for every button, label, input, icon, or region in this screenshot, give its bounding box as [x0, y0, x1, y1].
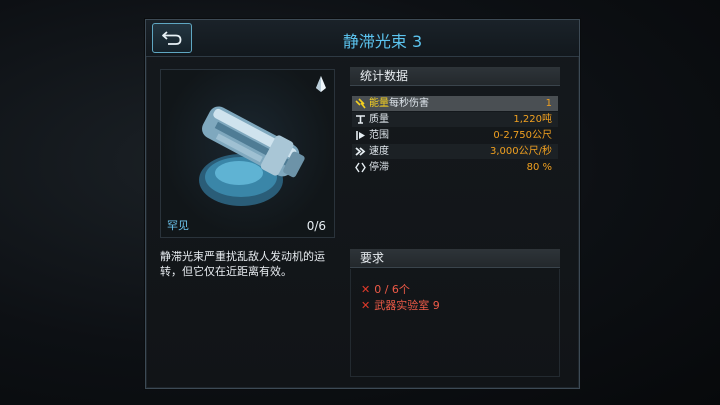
stat-value: 1,220吨	[513, 114, 552, 125]
page-title: 静滞光束 3	[342, 32, 423, 51]
requirement-item: ✕ 武器实验室 9	[361, 299, 440, 312]
range-icon	[356, 131, 365, 140]
stats-heading: 统计数据	[350, 67, 560, 86]
requirements-list: ✕ 0 / 6个 ✕ 武器实验室 9	[350, 269, 560, 377]
stat-row-stasis: 停滞 80 %	[352, 160, 558, 175]
stat-name: 质量	[369, 114, 389, 125]
item-details-panel: 静滞光束 3 罕见 0/6 静滞光束严重扰乱敌人发动机的运转，但它仅在近距离有效…	[145, 19, 580, 389]
stat-value: 0-2,750公尺	[493, 130, 552, 141]
back-arrow-icon	[162, 31, 182, 45]
energy-icon	[355, 98, 366, 109]
item-description: 静滞光束严重扰乱敌人发动机的运转，但它仅在近距离有效。	[160, 250, 325, 278]
stat-row-mass: 质量 1,220吨	[352, 112, 558, 127]
stat-name: 能量每秒伤害	[369, 98, 429, 109]
panel-header: 静滞光束 3	[146, 20, 579, 57]
stat-name: 范围	[369, 130, 389, 141]
cross-icon: ✕	[361, 299, 371, 312]
stat-row-range: 范围 0-2,750公尺	[352, 128, 558, 143]
speed-icon	[355, 147, 366, 156]
rarity-label: 罕见	[167, 219, 189, 232]
stat-row-dps: 能量每秒伤害 1	[352, 96, 558, 111]
stat-row-speed: 速度 3,000公尺/秒	[352, 144, 558, 159]
cross-icon: ✕	[361, 283, 371, 296]
crystal-icon	[316, 76, 326, 92]
mass-icon	[356, 115, 365, 124]
requirement-item: ✕ 0 / 6个	[361, 283, 410, 296]
requirements-heading: 要求	[350, 249, 560, 268]
stasis-icon	[355, 162, 366, 173]
back-button[interactable]	[152, 23, 192, 53]
item-count: 0/6	[306, 219, 326, 233]
stat-name: 停滞	[369, 162, 389, 173]
item-card: 罕见 0/6	[160, 69, 335, 238]
stat-value: 3,000公尺/秒	[490, 146, 552, 157]
weapon-image	[199, 106, 305, 206]
stat-value: 1	[545, 98, 552, 109]
stat-name: 速度	[369, 146, 389, 157]
stat-value: 80 %	[526, 162, 552, 173]
